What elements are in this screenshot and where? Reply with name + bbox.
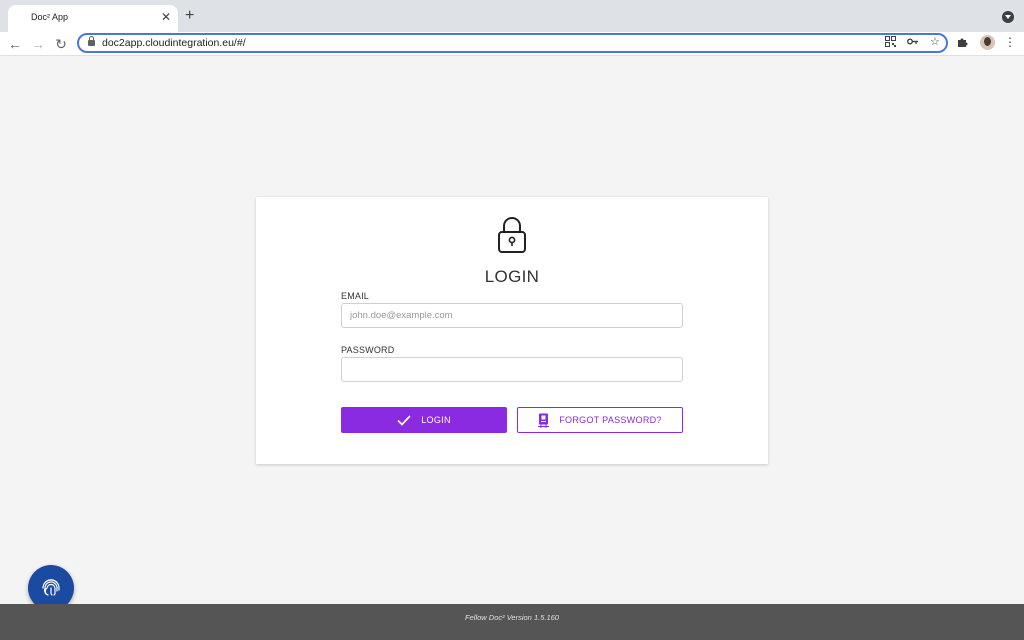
key-icon[interactable] xyxy=(907,36,919,51)
browser-tab-bar: Doc² App ✕ + xyxy=(0,0,1024,32)
check-icon xyxy=(397,414,411,426)
qr-code-icon[interactable] xyxy=(885,36,896,51)
fingerprint-icon xyxy=(42,579,60,596)
footer: Fellow Doc² Version 1.5.160 xyxy=(0,604,1024,640)
id-badge-icon xyxy=(538,413,550,428)
browser-toolbar: ← → ↻ doc2app.cloudintegration.eu/#/ ☆ ⋮ xyxy=(0,32,1024,56)
password-field[interactable] xyxy=(341,357,683,382)
reload-icon[interactable]: ↻ xyxy=(53,35,69,53)
lock-icon[interactable] xyxy=(88,36,95,46)
forward-arrow-icon[interactable]: → xyxy=(30,35,46,53)
menu-icon[interactable]: ⋮ xyxy=(1004,35,1016,49)
email-field[interactable] xyxy=(341,303,683,328)
password-label: PASSWORD xyxy=(341,345,395,355)
version-text: Fellow Doc² Version 1.5.160 xyxy=(465,613,559,622)
login-card: LOGIN EMAIL PASSWORD LOGIN FORGOT PASSWO… xyxy=(256,197,768,464)
url-text[interactable]: doc2app.cloudintegration.eu/#/ xyxy=(102,37,246,49)
tab-title: Doc² App xyxy=(31,12,69,22)
address-bar[interactable]: doc2app.cloudintegration.eu/#/ ☆ xyxy=(77,33,948,53)
back-arrow-icon[interactable]: ← xyxy=(7,35,23,53)
star-icon[interactable]: ☆ xyxy=(930,35,940,49)
padlock-icon xyxy=(498,217,526,253)
login-button-label: LOGIN xyxy=(421,415,451,425)
tab-search-icon[interactable] xyxy=(1002,11,1014,23)
browser-tab[interactable]: Doc² App ✕ xyxy=(8,5,178,32)
email-label: EMAIL xyxy=(341,291,370,301)
forgot-password-label: FORGOT PASSWORD? xyxy=(559,415,662,425)
login-button[interactable]: LOGIN xyxy=(341,407,507,433)
extensions-icon[interactable] xyxy=(956,36,968,51)
new-tab-button[interactable]: + xyxy=(185,7,194,25)
tab-close-icon[interactable]: ✕ xyxy=(161,10,171,24)
login-title: LOGIN xyxy=(484,267,540,286)
avatar[interactable] xyxy=(980,35,995,50)
forgot-password-button[interactable]: FORGOT PASSWORD? xyxy=(517,407,683,433)
